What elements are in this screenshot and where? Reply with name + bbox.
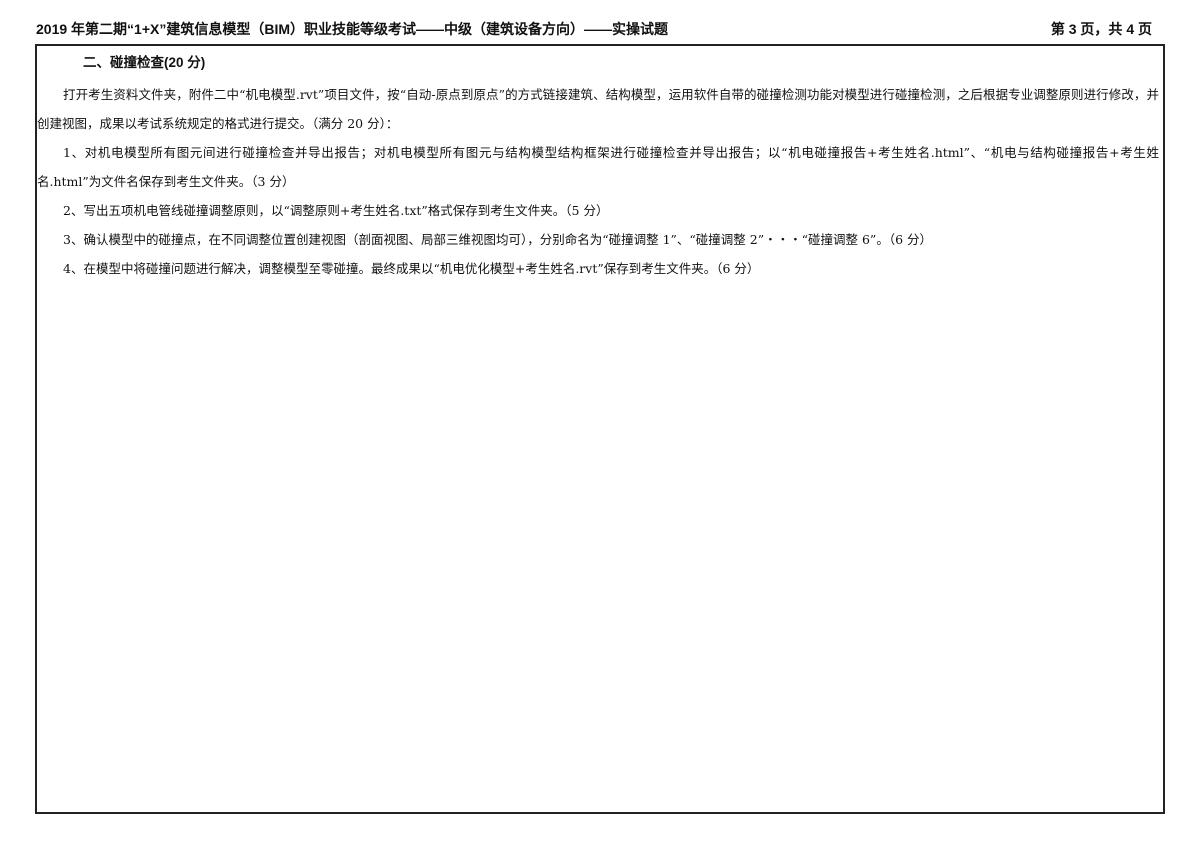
section-body: 打开考生资料文件夹，附件二中“机电模型.rvt”项目文件，按“自动-原点到原点”… <box>37 80 1159 283</box>
content-frame: 二、碰撞检查(20 分) 打开考生资料文件夹，附件二中“机电模型.rvt”项目文… <box>35 44 1165 814</box>
exam-title: 2019 年第二期“1+X”建筑信息模型（BIM）职业技能等级考试——中级（建筑… <box>36 21 668 37</box>
intro-paragraph: 打开考生资料文件夹，附件二中“机电模型.rvt”项目文件，按“自动-原点到原点”… <box>37 87 1159 131</box>
task-item-2: 2、写出五项机电管线碰撞调整原则，以“调整原则+考生姓名.txt”格式保存到考生… <box>63 203 609 218</box>
page-header: 2019 年第二期“1+X”建筑信息模型（BIM）职业技能等级考试——中级（建筑… <box>36 16 1152 42</box>
page-number: 第 3 页，共 4 页 <box>1050 21 1152 37</box>
task-item-4: 4、在模型中将碰撞问题进行解决，调整模型至零碰撞。最终成果以“机电优化模型+考生… <box>63 261 760 276</box>
task-item-3: 3、确认模型中的碰撞点，在不同调整位置创建视图（剖面视图、局部三维视图均可），分… <box>63 232 933 247</box>
section-title: 二、碰撞检查(20 分) <box>83 55 206 70</box>
task-item-1: 1、对机电模型所有图元间进行碰撞检查并导出报告；对机电模型所有图元与结构模型结构… <box>37 145 1159 189</box>
